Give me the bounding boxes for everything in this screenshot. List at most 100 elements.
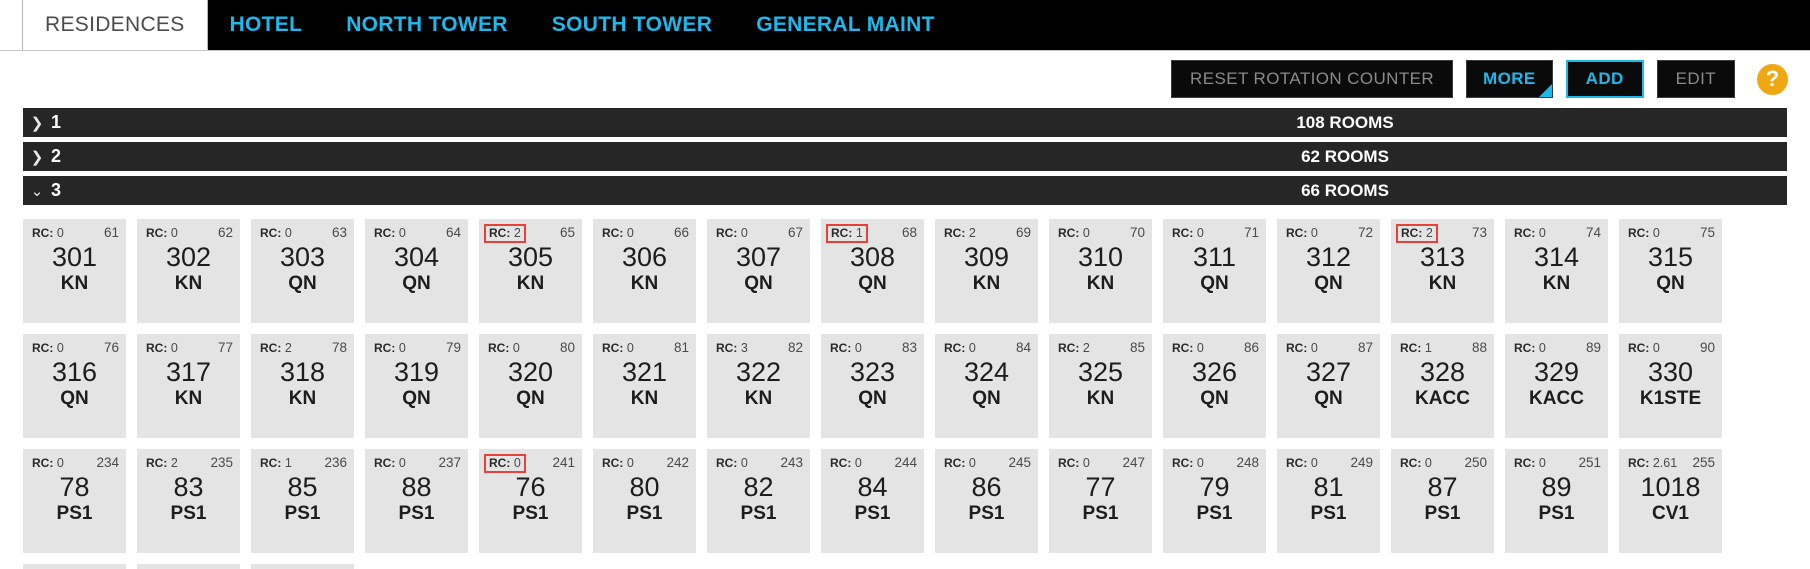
rotation-counter[interactable]: RC: 0 [600,340,636,357]
tab-hotel[interactable]: HOTEL [208,0,325,50]
room-tile[interactable]: RC: 0 247 77 PS1 [1049,449,1152,553]
rotation-counter[interactable]: RC: 0 [1284,340,1320,357]
rotation-counter[interactable]: RC: 2.61 [1626,455,1679,472]
room-tile[interactable]: RC: 02641017CV1 [251,564,354,569]
rotation-counter[interactable]: RC: 0 [600,455,636,472]
room-tile[interactable]: RC: 2 73 313 KN [1391,219,1494,323]
room-tile[interactable]: RC: 0 243 82 PS1 [707,449,810,553]
chevron-down-icon[interactable]: ⌄ [23,182,51,200]
room-tile[interactable]: RC: 2 85 325 KN [1049,334,1152,438]
rotation-counter[interactable]: RC: 0 [1284,455,1320,472]
group-header-3[interactable]: ⌄ 3 66 ROOMS [23,176,1787,205]
room-tile[interactable]: RC: 0 234 78 PS1 [23,449,126,553]
rotation-counter[interactable]: RC: 0 [258,225,294,242]
reset-rotation-counter-button[interactable]: RESET ROTATION COUNTER [1171,60,1454,98]
tab-residences[interactable]: RESIDENCES [23,0,208,50]
rotation-counter-flagged[interactable]: RC: 2 [1396,224,1438,243]
room-tile[interactable]: RC: 2.61 255 1018 CV1 [1619,449,1722,553]
rotation-counter[interactable]: RC: 0 [144,225,180,242]
room-tile[interactable]: RC: 0 90 330 K1STE [1619,334,1722,438]
rotation-counter[interactable]: RC: 0 [1512,225,1548,242]
chevron-right-icon[interactable]: ❯ [23,148,51,166]
room-tile[interactable]: RC: 0 251 89 PS1 [1505,449,1608,553]
room-tile[interactable]: RC: 0 79 319 QN [365,334,468,438]
room-tile[interactable]: RC: 0 61 301 KN [23,219,126,323]
room-tile[interactable]: RC: 1 236 85 PS1 [251,449,354,553]
room-tile[interactable]: RC: 0 89 329 KACC [1505,334,1608,438]
room-tile[interactable]: RC: 2 235 83 PS1 [137,449,240,553]
rotation-counter[interactable]: RC: 0 [30,340,66,357]
tab-general-maint[interactable]: GENERAL MAINT [734,0,957,50]
room-tile[interactable]: RC: 1 88 328 KACC [1391,334,1494,438]
room-tile[interactable]: RC: 0 245 86 PS1 [935,449,1038,553]
rotation-counter[interactable]: RC: 0 [1626,340,1662,357]
room-tile[interactable]: RC: 0 76 316 QN [23,334,126,438]
room-tile[interactable]: RC: 0 71 311 QN [1163,219,1266,323]
group-header-2[interactable]: ❯ 2 62 ROOMS [23,142,1787,171]
rotation-counter[interactable]: RC: 0 [942,340,978,357]
rotation-counter[interactable]: RC: 0 [714,455,750,472]
room-tile[interactable]: RC: 0 250 87 PS1 [1391,449,1494,553]
room-tile[interactable]: RC: 2 65 305 KN [479,219,582,323]
room-tile[interactable]: RC: 2 69 309 KN [935,219,1038,323]
rotation-counter[interactable]: RC: 0 [372,340,408,357]
room-tile[interactable]: RC: 0 86 326 QN [1163,334,1266,438]
room-tile[interactable]: RC: 0 81 321 KN [593,334,696,438]
room-tile[interactable]: RC: 0 237 88 PS1 [365,449,468,553]
tab-north-tower[interactable]: NORTH TOWER [324,0,530,50]
rotation-counter[interactable]: RC: 3 [714,340,750,357]
rotation-counter[interactable]: RC: 0 [1056,455,1092,472]
room-tile[interactable]: RC: 1 68 308 QN [821,219,924,323]
room-tile[interactable]: RC: 0 75 315 QN [1619,219,1722,323]
rotation-counter[interactable]: RC: 0 [828,455,864,472]
group-header-1[interactable]: ❯ 1 108 ROOMS [23,108,1787,137]
rotation-counter[interactable]: RC: 0 [486,340,522,357]
rotation-counter[interactable]: RC: 2 [144,455,180,472]
rotation-counter-flagged[interactable]: RC: 1 [826,224,868,243]
room-tile[interactable]: RC: 0 64 304 QN [365,219,468,323]
rotation-counter[interactable]: RC: 2 [1056,340,1092,357]
rotation-counter[interactable]: RC: 0 [1626,225,1662,242]
room-tile[interactable]: RC: 0 67 307 QN [707,219,810,323]
rotation-counter[interactable]: RC: 0 [372,455,408,472]
room-tile[interactable]: RC: 0 70 310 KN [1049,219,1152,323]
room-tile[interactable]: RC: 2 78 318 KN [251,334,354,438]
rotation-counter[interactable]: RC: 0 [30,455,66,472]
room-tile[interactable]: RC: 0 62 302 KN [137,219,240,323]
rotation-counter[interactable]: RC: 2 [942,225,978,242]
rotation-counter[interactable]: RC: 0 [942,455,978,472]
room-tile[interactable]: RC: 0 248 79 PS1 [1163,449,1266,553]
room-tile[interactable]: RC: 0 87 327 QN [1277,334,1380,438]
rotation-counter[interactable]: RC: 0 [1512,455,1548,472]
room-tile[interactable]: RC: 0 72 312 QN [1277,219,1380,323]
room-tile[interactable]: RC: 0 84 324 QN [935,334,1038,438]
rotation-counter[interactable]: RC: 0 [714,225,750,242]
room-tile[interactable]: RC: 0 66 306 KN [593,219,696,323]
rotation-counter[interactable]: RC: 0 [1170,455,1206,472]
room-tile[interactable]: RC: 025690PS1 [23,564,126,569]
rotation-counter[interactable]: RC: 0 [600,225,636,242]
chevron-right-icon[interactable]: ❯ [23,114,51,132]
more-button[interactable]: MORE [1466,60,1553,98]
edit-button[interactable]: EDIT [1656,60,1735,98]
room-tile[interactable]: RC: 0 249 81 PS1 [1277,449,1380,553]
rotation-counter[interactable]: RC: 1 [1398,340,1434,357]
add-button[interactable]: ADD [1565,60,1644,98]
room-tile[interactable]: RC: 42591019CV1 [137,564,240,569]
room-tile[interactable]: RC: 0 242 80 PS1 [593,449,696,553]
rotation-counter[interactable]: RC: 0 [1056,225,1092,242]
rotation-counter[interactable]: RC: 0 [372,225,408,242]
rotation-counter-flagged[interactable]: RC: 2 [484,224,526,243]
rotation-counter[interactable]: RC: 0 [1512,340,1548,357]
room-tile[interactable]: RC: 0 63 303 QN [251,219,354,323]
rotation-counter-flagged[interactable]: RC: 0 [484,454,526,473]
room-tile[interactable]: RC: 0 74 314 KN [1505,219,1608,323]
help-icon[interactable]: ? [1757,63,1788,95]
rotation-counter[interactable]: RC: 0 [828,340,864,357]
rotation-counter[interactable]: RC: 0 [1170,340,1206,357]
rotation-counter[interactable]: RC: 2 [258,340,294,357]
room-tile[interactable]: RC: 0 80 320 QN [479,334,582,438]
room-tile[interactable]: RC: 0 77 317 KN [137,334,240,438]
room-tile[interactable]: RC: 0 241 76 PS1 [479,449,582,553]
room-tile[interactable]: RC: 0 244 84 PS1 [821,449,924,553]
